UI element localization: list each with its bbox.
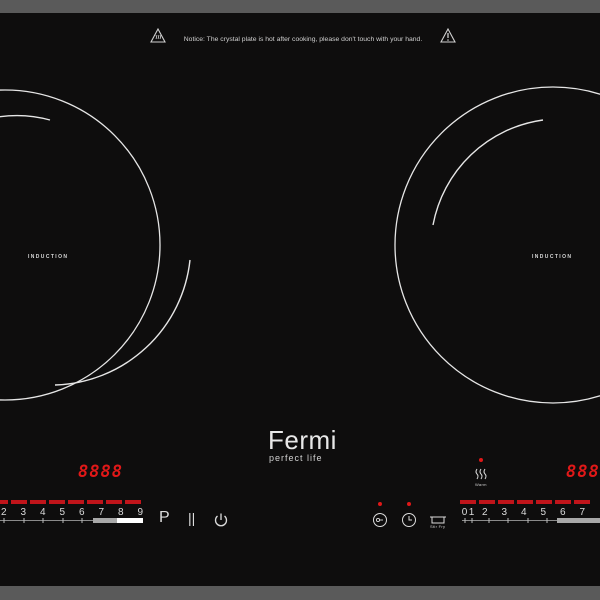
left-zone-label: INDUCTION: [28, 254, 69, 260]
power-bar: [498, 500, 514, 504]
timer-indicator: [407, 502, 411, 506]
power-bar: [106, 500, 122, 504]
level-number[interactable]: 3: [14, 507, 34, 518]
level-number[interactable]: 7: [92, 507, 112, 518]
warm-indicator: [479, 458, 483, 462]
right-cooking-zone[interactable]: [393, 85, 600, 415]
power-bar: [87, 500, 103, 504]
level-number[interactable]: 5: [534, 507, 554, 518]
notice-text: Notice: The crystal plate is hot after c…: [183, 36, 423, 43]
level-number[interactable]: 6: [72, 507, 92, 518]
level-number[interactable]: 2: [475, 507, 495, 518]
pause-button[interactable]: P: [159, 510, 170, 526]
pot-label: Stir Fry: [430, 524, 446, 529]
left-cooking-zone[interactable]: [0, 85, 200, 415]
cooktop-frame: Notice: The crystal plate is hot after c…: [0, 0, 600, 600]
left-power-bars: [0, 500, 141, 504]
level-number[interactable]: 6: [553, 507, 573, 518]
power-bar: [517, 500, 533, 504]
right-seven-segment-display: 8888: [566, 462, 600, 482]
power-bar: [0, 500, 8, 504]
level-number[interactable]: 3: [495, 507, 515, 518]
brand-block: Fermi perfect life: [268, 427, 337, 463]
level-number[interactable]: 9: [131, 507, 151, 518]
power-bar: [11, 500, 27, 504]
level-number[interactable]: 7: [573, 507, 593, 518]
warm-label: Warm: [475, 482, 487, 487]
key-lock-icon[interactable]: [372, 512, 388, 533]
left-seven-segment-display: 8888: [78, 462, 123, 482]
right-power-bars: [460, 500, 590, 504]
power-bar: [460, 500, 476, 504]
power-bar: [536, 500, 552, 504]
power-bar: [555, 500, 571, 504]
level-number[interactable]: 4: [33, 507, 53, 518]
lock-button[interactable]: ||: [188, 510, 195, 526]
power-bar: [479, 500, 495, 504]
glass-surface: Notice: The crystal plate is hot after c…: [0, 13, 600, 586]
left-level-numbers: 2 3 4 5 6 7 8 9: [0, 507, 150, 518]
timer-icon[interactable]: [401, 512, 417, 533]
power-bar: [574, 500, 590, 504]
left-slider-track[interactable]: [0, 518, 145, 524]
right-zone-label: INDUCTION: [532, 254, 573, 260]
brand-name: Fermi: [268, 425, 337, 455]
level-number[interactable]: 1: [468, 507, 475, 518]
key-lock-indicator: [378, 502, 382, 506]
power-bar: [68, 500, 84, 504]
right-level-numbers: 0 1 2 3 4 5 6 7: [461, 507, 592, 518]
warning-triangle-icon: [440, 27, 456, 44]
level-number[interactable]: 4: [514, 507, 534, 518]
level-number[interactable]: 8: [111, 507, 131, 518]
power-bar: [49, 500, 65, 504]
level-number[interactable]: 5: [53, 507, 73, 518]
power-icon[interactable]: [213, 512, 229, 533]
power-bar: [125, 500, 141, 504]
hot-surface-icon: [150, 27, 166, 44]
right-slider-track[interactable]: [462, 518, 600, 524]
level-number[interactable]: 0: [461, 507, 468, 518]
power-bar: [30, 500, 46, 504]
level-number[interactable]: 2: [0, 507, 14, 518]
